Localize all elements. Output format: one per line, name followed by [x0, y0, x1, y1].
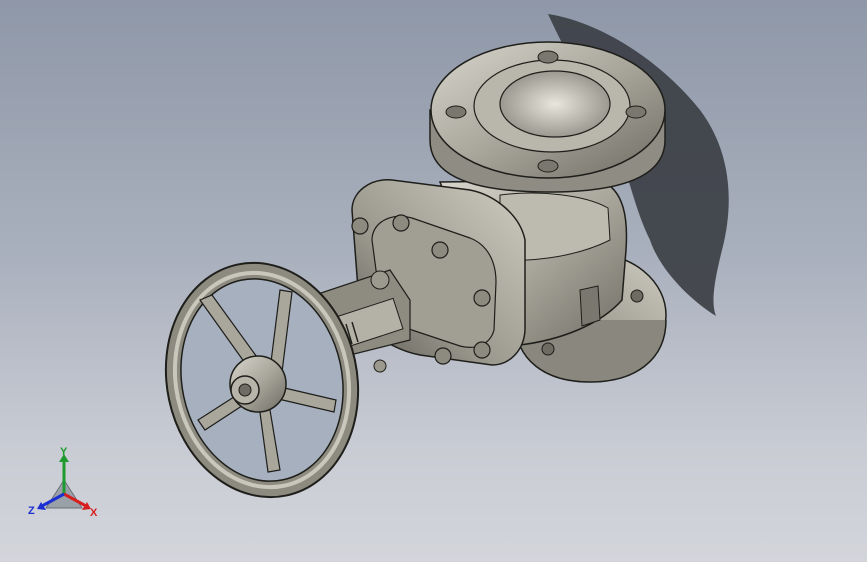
flange-bore	[499, 70, 611, 138]
top-flange[interactable]	[429, 41, 666, 193]
bolt-hole	[541, 342, 555, 356]
bolt-hole	[625, 105, 647, 119]
y-axis-label: Y	[60, 446, 68, 458]
bolt-hole	[630, 289, 644, 303]
bolt-hole	[537, 159, 559, 173]
bolt-hole	[445, 105, 467, 119]
graphics-viewport[interactable]	[0, 0, 867, 562]
bolt-hole	[537, 50, 559, 64]
x-axis-label: X	[90, 507, 98, 519]
coordinate-triad[interactable]: Y X Z	[22, 446, 112, 526]
z-axis-label: Z	[28, 505, 35, 517]
